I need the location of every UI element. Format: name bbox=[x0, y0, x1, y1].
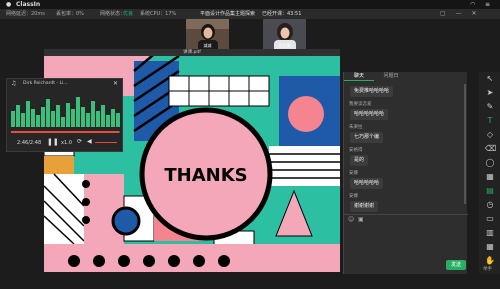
chat-message-text: 七巧那个编 bbox=[350, 132, 384, 143]
tab-questions-label: 问题日 bbox=[383, 73, 399, 79]
send-label: 发送 bbox=[450, 262, 461, 268]
chat-scrollbar[interactable] bbox=[464, 84, 466, 204]
progress-track[interactable] bbox=[11, 131, 120, 133]
menu-icon[interactable]: ≡ bbox=[485, 0, 490, 9]
elapsed-time: 已经开课：43:51 bbox=[262, 11, 302, 17]
apple-icon[interactable]: ● bbox=[6, 0, 11, 9]
send-button[interactable]: 发送 bbox=[446, 260, 466, 270]
camera-tile-student[interactable]: 吕艾美 bbox=[263, 19, 306, 50]
chat-panel: 聊天 问题日 免费推哈哈哈哈 我要读恋爱 哈哈哈哈哈哈 朱楽拉 七巧那个编 安格… bbox=[343, 72, 468, 274]
chat-sender: 朱楽拉 bbox=[349, 125, 363, 130]
class-status-bar: 网络延迟：20ms 丢包率：0% 网络状态： 优良 系统CPU：17% 平面设计… bbox=[0, 9, 500, 19]
trash-icon[interactable]: ⌫ bbox=[485, 144, 496, 154]
progress-fill bbox=[11, 131, 119, 133]
timer-icon[interactable]: ◷ bbox=[485, 200, 495, 210]
tab-questions[interactable]: 问题日 bbox=[374, 72, 408, 81]
tab-chat-label: 聊天 bbox=[353, 73, 364, 79]
raise-hand-icon[interactable]: ✋ bbox=[485, 256, 495, 266]
speed-label[interactable]: x1.0 bbox=[61, 140, 72, 146]
raise-hand-label: 举手 bbox=[483, 267, 492, 272]
loop-icon[interactable]: ⟳ bbox=[77, 138, 82, 145]
calendar-icon[interactable]: ▦ bbox=[485, 242, 495, 252]
shapes-icon[interactable]: ◯ bbox=[485, 158, 495, 168]
close-icon[interactable]: ✕ bbox=[113, 80, 118, 87]
slide-center-text: THANKS bbox=[164, 165, 247, 186]
packet-loss-text: 丢包率：0% bbox=[56, 11, 84, 17]
net-status-value: 优良 bbox=[123, 11, 134, 17]
volume-slider[interactable] bbox=[95, 142, 117, 143]
class-title: 平面设计作品集主题探索 bbox=[200, 11, 256, 17]
arrow-icon[interactable]: ↖ bbox=[485, 74, 495, 84]
chat-sender: 我要读恋爱 bbox=[349, 102, 372, 107]
image-icon[interactable]: ▣ bbox=[358, 216, 364, 223]
pointer-icon[interactable]: ➤ bbox=[485, 88, 495, 98]
chat-sender: 安娜 bbox=[349, 171, 358, 176]
text-icon[interactable]: T bbox=[485, 116, 495, 126]
camera-tile-teacher[interactable]: 减减 bbox=[186, 19, 229, 50]
chat-sender: 安格得 bbox=[349, 148, 363, 153]
net-status-label: 网络状态： bbox=[100, 11, 126, 17]
audio-waveform bbox=[11, 97, 120, 127]
wifi-icon[interactable]: ◠ bbox=[470, 0, 475, 9]
chat-message-text: 免费推哈哈哈哈 bbox=[350, 86, 394, 97]
track-name: Dirk Reichardt - Li... bbox=[23, 81, 68, 86]
chat-sender: 安娜 bbox=[349, 194, 358, 199]
save-icon[interactable]: ▭ bbox=[485, 214, 495, 224]
volume-icon[interactable]: ◀ bbox=[87, 138, 92, 145]
document-title: 讲课.pdf bbox=[183, 50, 201, 55]
image-icon[interactable]: ▦ bbox=[485, 172, 495, 182]
app-name[interactable]: ClassIn bbox=[16, 0, 40, 9]
chat-icon[interactable]: ▤ bbox=[485, 186, 495, 196]
chat-input[interactable] bbox=[346, 226, 466, 256]
menu-bar: ● ClassIn ◠ ≡ bbox=[0, 0, 500, 9]
pause-button[interactable]: ❚❚ bbox=[47, 138, 59, 146]
window-controls[interactable]: ▢ — ✕ bbox=[440, 9, 481, 19]
pen-icon[interactable]: ✎ bbox=[485, 102, 495, 112]
chat-message-text: 是的 bbox=[350, 155, 369, 166]
chat-input-toolbar: ☺ ▣ bbox=[344, 214, 468, 224]
time-readout: 2:46/2:48 bbox=[17, 140, 42, 146]
eraser-icon[interactable]: ◇ bbox=[485, 130, 495, 140]
toolbox-icon[interactable]: ▥ bbox=[485, 228, 495, 238]
cpu-text: 系统CPU：17% bbox=[140, 11, 177, 17]
music-player[interactable]: ♫ Dirk Reichardt - Li... ✕ 2:46/2:48 ❚❚ … bbox=[6, 78, 123, 152]
latency-text: 网络延迟：20ms bbox=[6, 11, 45, 17]
chat-message-text: 哈哈哈哈哈哈 bbox=[350, 109, 389, 120]
chat-message-text: 谢谢谢谢 bbox=[350, 201, 379, 212]
tab-chat[interactable]: 聊天 bbox=[344, 72, 374, 81]
whiteboard-toolbar: ↖ ➤ ✎ T ◇ ⌫ ◯ ▦ ▤ ◷ ▭ ▥ ▦ ✋ 举手 bbox=[479, 72, 500, 274]
chat-message-text: 哈哈哈哈哈 bbox=[350, 178, 384, 189]
music-note-icon: ♫ bbox=[11, 80, 17, 87]
emoji-icon[interactable]: ☺ bbox=[348, 216, 354, 223]
document-title-bar[interactable]: 讲课.pdf bbox=[44, 49, 340, 56]
